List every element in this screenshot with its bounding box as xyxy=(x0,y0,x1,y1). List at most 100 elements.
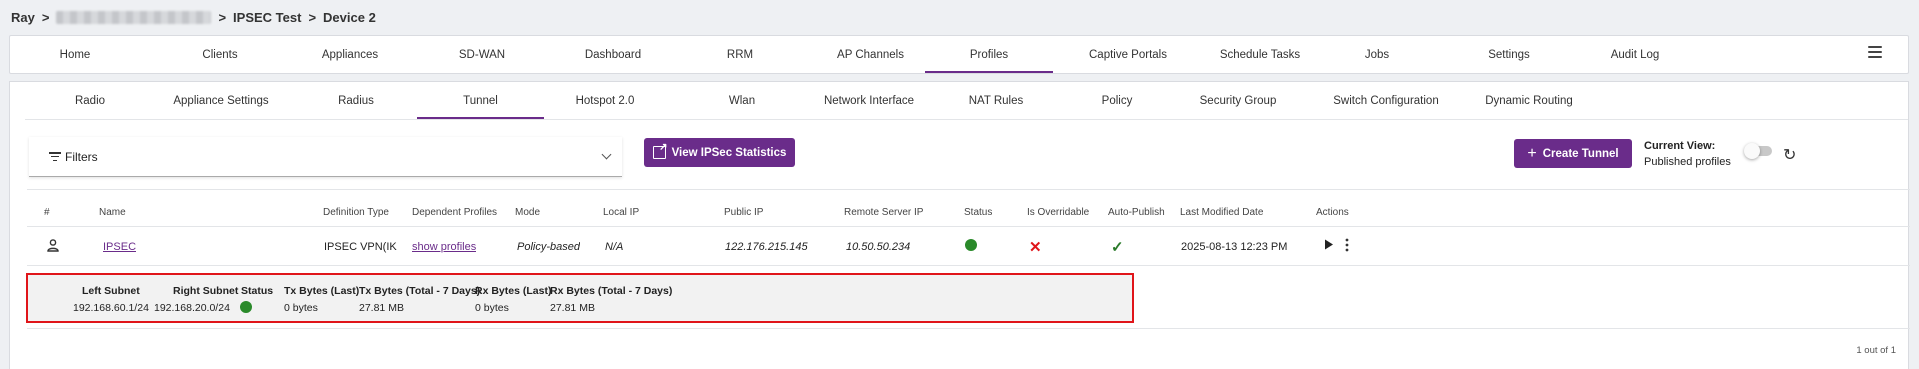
col-status[interactable]: Status xyxy=(964,207,992,218)
subtab-security-group[interactable]: Security Group xyxy=(1188,82,1288,119)
tab-sd-wan[interactable]: SD-WAN xyxy=(442,36,522,73)
tab-appliances[interactable]: Appliances xyxy=(310,36,390,73)
remote-server-ip-cell: 10.50.50.234 xyxy=(846,241,911,253)
col-public-ip[interactable]: Public IP xyxy=(724,207,763,218)
tab-ap-channels[interactable]: AP Channels xyxy=(823,36,918,73)
col-remote-server-ip[interactable]: Remote Server IP xyxy=(844,207,923,218)
subtab-switch-configuration[interactable]: Switch Configuration xyxy=(1321,82,1451,119)
content-panel: Radio Appliance Settings Radius Tunnel H… xyxy=(9,81,1910,369)
tab-dashboard[interactable]: Dashboard xyxy=(568,36,658,73)
tab-settings[interactable]: Settings xyxy=(1474,36,1544,73)
show-profiles-link[interactable]: show profiles xyxy=(412,241,476,253)
breadcrumb-redacted[interactable] xyxy=(56,10,212,24)
divider xyxy=(27,328,1910,329)
status-indicator xyxy=(965,239,977,254)
current-view-label: Current View: xyxy=(1644,140,1716,152)
detail-right-subnet-header: Right Subnet xyxy=(173,285,239,297)
col-dependent-profiles[interactable]: Dependent Profiles xyxy=(412,207,497,218)
filters-dropdown[interactable]: Filters xyxy=(29,137,622,177)
subtab-radio[interactable]: Radio xyxy=(65,82,115,119)
detail-tx-total: 27.81 MB xyxy=(359,302,404,314)
view-ipsec-statistics-label: View IPSec Statistics xyxy=(671,146,787,159)
divider xyxy=(27,265,1910,266)
create-tunnel-label: Create Tunnel xyxy=(1542,147,1619,160)
tunnel-detail-panel: Left Subnet Right Subnet Status Tx Bytes… xyxy=(26,273,1134,323)
col-index: # xyxy=(44,207,50,218)
open-external-icon xyxy=(652,142,668,159)
more-vertical-icon[interactable] xyxy=(1345,238,1349,255)
col-last-modified[interactable]: Last Modified Date xyxy=(1180,207,1263,218)
subtab-policy[interactable]: Policy xyxy=(1087,82,1147,119)
mode-cell: Policy-based xyxy=(517,241,580,253)
detail-status xyxy=(240,301,252,316)
tab-captive-portals[interactable]: Captive Portals xyxy=(1073,36,1183,73)
detail-rx-last: 0 bytes xyxy=(475,302,509,314)
plus-icon: + xyxy=(1527,144,1537,162)
current-view: Current View: Published profiles xyxy=(1644,138,1731,170)
subtab-network-interface[interactable]: Network Interface xyxy=(809,82,929,119)
filter-icon xyxy=(49,152,61,161)
pagination-text: 1 out of 1 xyxy=(1856,345,1896,356)
hamburger-menu-icon[interactable] xyxy=(1868,46,1882,58)
subtab-tunnel[interactable]: Tunnel xyxy=(417,82,544,119)
tab-schedule-tasks[interactable]: Schedule Tasks xyxy=(1205,36,1315,73)
subtab-wlan[interactable]: Wlan xyxy=(717,82,767,119)
filters-label: Filters xyxy=(65,149,98,164)
detail-status-header: Status xyxy=(241,285,274,297)
col-auto-publish[interactable]: Auto-Publish xyxy=(1108,207,1165,218)
status-dot-icon xyxy=(240,301,252,313)
local-ip-cell: N/A xyxy=(605,241,624,253)
breadcrumb-root[interactable]: Ray xyxy=(11,10,35,25)
breadcrumb-current: Device 2 xyxy=(323,9,376,25)
definition-type-cell: IPSEC VPN(IKEv2) xyxy=(324,241,397,253)
col-name[interactable]: Name xyxy=(99,207,126,218)
breadcrumb-separator: > xyxy=(218,9,227,25)
breadcrumb-middle[interactable]: IPSEC Test xyxy=(233,10,301,25)
play-icon[interactable] xyxy=(1324,239,1334,253)
user-icon xyxy=(46,238,60,255)
divider xyxy=(27,189,1910,190)
sub-nav: Radio Appliance Settings Radius Tunnel H… xyxy=(25,82,1908,120)
subtab-hotspot[interactable]: Hotspot 2.0 xyxy=(565,82,645,119)
col-actions: Actions xyxy=(1316,207,1349,218)
view-ipsec-statistics-button[interactable]: View IPSec Statistics xyxy=(644,138,795,167)
col-mode[interactable]: Mode xyxy=(515,207,540,218)
detail-left-subnet: 192.168.60.1/24 xyxy=(73,302,149,314)
not-overridable-icon: ✕ xyxy=(1029,239,1042,256)
subtab-appliance-settings[interactable]: Appliance Settings xyxy=(166,82,276,119)
check-icon: ✓ xyxy=(1111,239,1124,256)
detail-rx-total-header: Rx Bytes (Total - 7 Days) xyxy=(550,285,673,297)
last-modified-cell: 2025-08-13 12:23 PM xyxy=(1181,241,1288,253)
tab-rrm[interactable]: RRM xyxy=(710,36,770,73)
tab-profiles[interactable]: Profiles xyxy=(925,36,1053,73)
refresh-icon[interactable]: ↻ xyxy=(1783,145,1796,165)
detail-left-subnet-header: Left Subnet xyxy=(82,285,140,297)
detail-tx-last-header: Tx Bytes (Last) xyxy=(284,285,360,297)
current-view-value: Published profiles xyxy=(1644,156,1731,168)
detail-tx-total-header: Tx Bytes (Total - 7 Days) xyxy=(359,285,481,297)
subtab-radius[interactable]: Radius xyxy=(326,82,386,119)
main-nav: Home Clients Appliances SD-WAN Dashboard… xyxy=(9,35,1909,74)
col-local-ip[interactable]: Local IP xyxy=(603,207,639,218)
subtab-dynamic-routing[interactable]: Dynamic Routing xyxy=(1474,82,1584,119)
breadcrumb-separator: > xyxy=(41,9,50,25)
create-tunnel-button[interactable]: + Create Tunnel xyxy=(1514,139,1632,168)
public-ip-cell: 122.176.215.145 xyxy=(725,241,808,253)
tab-audit-log[interactable]: Audit Log xyxy=(1600,36,1670,73)
breadcrumb: Ray > > IPSEC Test > Device 2 xyxy=(11,9,376,25)
tunnel-name-link[interactable]: IPSEC xyxy=(103,241,136,253)
detail-rx-total: 27.81 MB xyxy=(550,302,595,314)
divider xyxy=(27,226,1910,227)
published-view-toggle[interactable] xyxy=(1744,143,1772,159)
detail-rx-last-header: Rx Bytes (Last) xyxy=(475,285,552,297)
detail-right-subnet: 192.168.20.0/24 xyxy=(154,302,230,314)
col-is-overridable[interactable]: Is Overridable xyxy=(1027,207,1089,218)
status-dot-icon xyxy=(965,239,977,251)
col-definition-type[interactable]: Definition Type xyxy=(323,207,389,218)
tab-clients[interactable]: Clients xyxy=(190,36,250,73)
tab-jobs[interactable]: Jobs xyxy=(1347,36,1407,73)
chevron-down-icon xyxy=(601,149,612,160)
subtab-nat-rules[interactable]: NAT Rules xyxy=(956,82,1036,119)
tab-home[interactable]: Home xyxy=(45,36,105,73)
detail-tx-last: 0 bytes xyxy=(284,302,318,314)
